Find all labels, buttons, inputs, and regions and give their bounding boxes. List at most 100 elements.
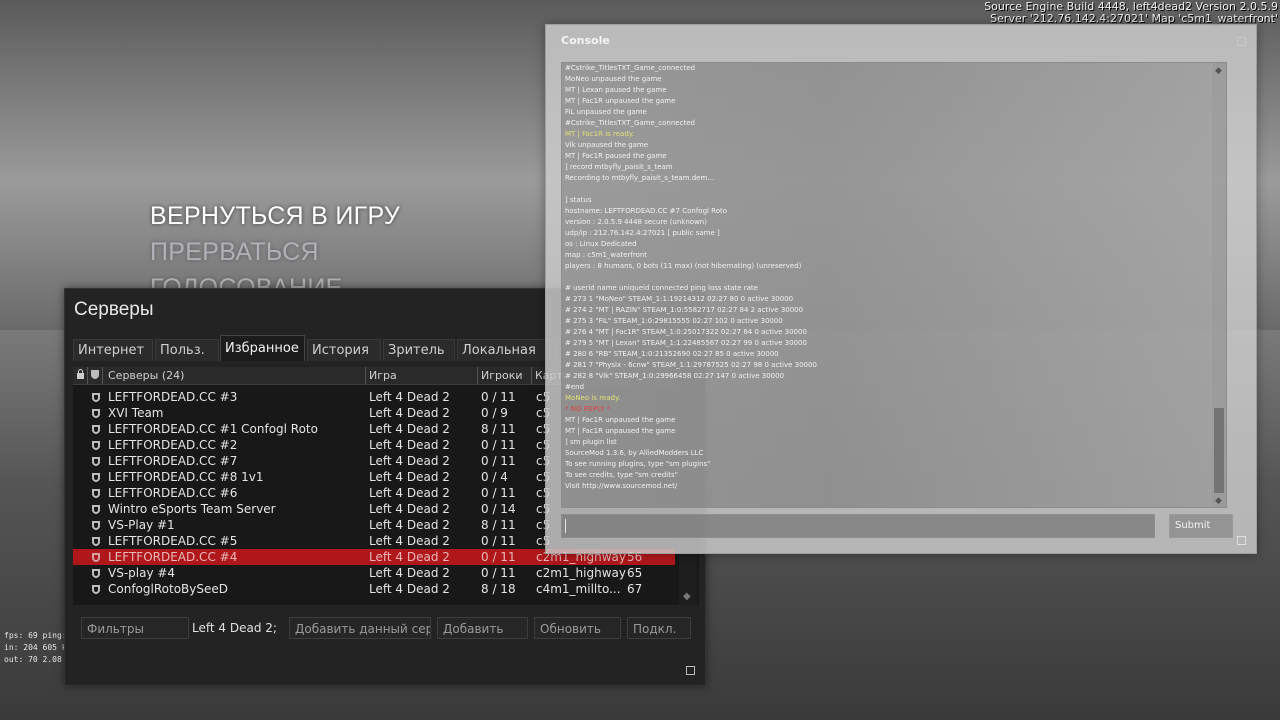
server-game: Left 4 Dead 2 bbox=[369, 422, 450, 436]
menu-item-disconnect[interactable]: ПРЕРВАТЬСЯ bbox=[150, 238, 400, 274]
console-line: To see credits, type "sm credits" bbox=[565, 471, 678, 479]
server-game: Left 4 Dead 2 bbox=[369, 502, 450, 516]
server-game: Left 4 Dead 2 bbox=[369, 534, 450, 548]
server-players: 0 / 4 bbox=[481, 470, 508, 484]
scroll-up-icon[interactable]: ◆ bbox=[1215, 66, 1222, 76]
server-map: c4m1_millto... bbox=[536, 582, 621, 596]
server-players: 8 / 11 bbox=[481, 422, 516, 436]
tab-favorites[interactable]: Избранное bbox=[220, 335, 305, 361]
scroll-down-icon[interactable]: ◆ bbox=[683, 591, 693, 602]
vac-shield-icon bbox=[91, 487, 101, 498]
vac-shield-icon bbox=[91, 583, 101, 594]
server-ping: 65 bbox=[627, 566, 643, 580]
column-header-players[interactable]: Игроки bbox=[481, 369, 523, 382]
console-line: hostname: LEFTFORDEAD.CC #7 Confogl Roto bbox=[565, 207, 728, 215]
resize-grip-icon[interactable] bbox=[1237, 536, 1246, 545]
server-name: LEFTFORDEAD.CC #1 Confogl Roto bbox=[108, 422, 318, 436]
server-game: Left 4 Dead 2 bbox=[369, 550, 450, 564]
tab-internet[interactable]: Интернет bbox=[73, 339, 153, 361]
console-scroll-thumb[interactable] bbox=[1214, 408, 1224, 493]
resize-grip-icon[interactable] bbox=[686, 666, 695, 675]
filters-button[interactable]: Фильтры bbox=[81, 617, 189, 639]
console-line: #Cstrike_TitlesTXT_Game_connected bbox=[565, 119, 695, 127]
console-line: # userid name uniqueid connected ping lo… bbox=[565, 284, 758, 292]
console-line: #Cstrike_TitlesTXT_Game_connected bbox=[565, 64, 695, 72]
server-game: Left 4 Dead 2 bbox=[369, 470, 450, 484]
server-name: LEFTFORDEAD.CC #5 bbox=[108, 534, 238, 548]
console-command-input[interactable] bbox=[561, 514, 1155, 538]
console-line: Visit http://www.sourcemod.net/ bbox=[565, 482, 678, 490]
add-current-server-button[interactable]: Добавить данный сер... bbox=[289, 617, 431, 639]
refresh-button[interactable]: Обновить bbox=[534, 617, 621, 639]
server-name: LEFTFORDEAD.CC #8 1v1 bbox=[108, 470, 264, 484]
vac-shield-icon bbox=[91, 439, 101, 450]
scroll-down-icon[interactable]: ◆ bbox=[1215, 496, 1222, 506]
console-scrollbar[interactable]: ◆ ◆ bbox=[1212, 63, 1226, 507]
server-name: Wintro eSports Team Server bbox=[108, 502, 276, 516]
connect-button[interactable]: Подкл. bbox=[627, 617, 691, 639]
close-icon[interactable] bbox=[1237, 37, 1246, 46]
server-browser-title: Серверы bbox=[74, 299, 154, 320]
console-line: FiL unpaused the game bbox=[565, 108, 647, 116]
vac-shield-icon bbox=[91, 407, 101, 418]
console-line: MT | Fac1R unpaused the game bbox=[565, 416, 676, 424]
server-name: VS-play #4 bbox=[108, 566, 176, 580]
server-players: 0 / 11 bbox=[481, 486, 516, 500]
console-line: # 274 2 "MT | RAZIN" STEAM_1:0:5582717 0… bbox=[565, 306, 804, 314]
vac-shield-icon bbox=[91, 503, 101, 514]
server-name: LEFTFORDEAD.CC #6 bbox=[108, 486, 238, 500]
server-name: XVI Team bbox=[108, 406, 164, 420]
server-players: 0 / 11 bbox=[481, 438, 516, 452]
column-header-name[interactable]: Серверы (24) bbox=[108, 369, 184, 382]
server-ping: 67 bbox=[627, 582, 643, 596]
server-players: 0 / 14 bbox=[481, 502, 516, 516]
server-name: LEFTFORDEAD.CC #2 bbox=[108, 438, 238, 452]
console-line: # 276 4 "MT | Fac1R" STEAM_1:0:25017322 … bbox=[565, 328, 807, 336]
server-players: 0 / 11 bbox=[481, 454, 516, 468]
tab-spectator[interactable]: Зритель bbox=[383, 339, 455, 361]
tab-lan[interactable]: Локальная сеть bbox=[457, 339, 557, 361]
server-game: Left 4 Dead 2 bbox=[369, 438, 450, 452]
lock-column-icon[interactable] bbox=[76, 369, 85, 382]
add-server-button[interactable]: Добавить bbox=[437, 617, 528, 639]
server-game: Left 4 Dead 2 bbox=[369, 582, 450, 596]
console-line: MT | Fac1R paused the game bbox=[565, 152, 667, 160]
console-line: # 282 8 "Vik" STEAM_1:0:29966458 02:27 1… bbox=[565, 372, 785, 380]
server-game: Left 4 Dead 2 bbox=[369, 518, 450, 532]
console-line: udp/ip : 212.76.142.4:27021 [ public sam… bbox=[565, 229, 720, 237]
menu-item-resume[interactable]: ВЕРНУТЬСЯ В ИГРУ bbox=[150, 202, 400, 238]
console-line: Vik unpaused the game bbox=[565, 141, 649, 149]
console-window: Console #Cstrike_TitlesTXT_Game_connecte… bbox=[545, 24, 1257, 554]
console-log-lines: #Cstrike_TitlesTXT_Game_connected MoNeo u… bbox=[562, 63, 1226, 492]
server-game: Left 4 Dead 2 bbox=[369, 566, 450, 580]
vac-shield-icon bbox=[91, 519, 101, 530]
console-line: # 275 3 "FiL" STEAM_1:0:29815555 02:27 1… bbox=[565, 317, 783, 325]
tab-history[interactable]: История bbox=[307, 339, 381, 361]
table-row[interactable]: ConfoglRotoBySeeD Left 4 Dead 2 8 / 18 c4m1… bbox=[73, 581, 675, 597]
console-line: MT | Fac1R unpaused the game bbox=[565, 97, 676, 105]
server-players: 0 / 11 bbox=[481, 390, 516, 404]
column-header-game[interactable]: Игра bbox=[369, 369, 397, 382]
console-log: #Cstrike_TitlesTXT_Game_connected MoNeo u… bbox=[561, 62, 1227, 508]
console-line: ] status bbox=[565, 196, 592, 204]
console-line: To see running plugins, type "sm plugins… bbox=[565, 460, 711, 468]
engine-info: Source Engine Build 4448, left4dead2 Ver… bbox=[984, 1, 1278, 25]
vac-shield-icon bbox=[91, 535, 101, 546]
submit-button[interactable]: Submit bbox=[1169, 514, 1233, 538]
console-line: # 280 6 "RB" STEAM_1:0:21352690 02:27 85… bbox=[565, 350, 779, 358]
server-name: LEFTFORDEAD.CC #7 bbox=[108, 454, 238, 468]
vac-column-icon[interactable] bbox=[90, 369, 100, 383]
server-game: Left 4 Dead 2 bbox=[369, 406, 450, 420]
table-row[interactable]: VS-play #4 Left 4 Dead 2 0 / 11 c2m1_highwa… bbox=[73, 565, 675, 581]
console-line: version : 2.0.5.9 4448 secure (unknown) bbox=[565, 218, 707, 226]
server-players: 8 / 11 bbox=[481, 518, 516, 532]
console-line: MT | Fac1R unpaused the game bbox=[565, 427, 676, 435]
console-title: Console bbox=[561, 34, 610, 47]
server-players: 8 / 18 bbox=[481, 582, 516, 596]
tab-custom[interactable]: Польз. bbox=[155, 339, 219, 361]
console-line: MoNeo is ready. bbox=[565, 394, 621, 402]
server-game: Left 4 Dead 2 bbox=[369, 390, 450, 404]
console-line: # 281 7 "Physix - 6cnw" STEAM_1:1:297875… bbox=[565, 361, 817, 369]
